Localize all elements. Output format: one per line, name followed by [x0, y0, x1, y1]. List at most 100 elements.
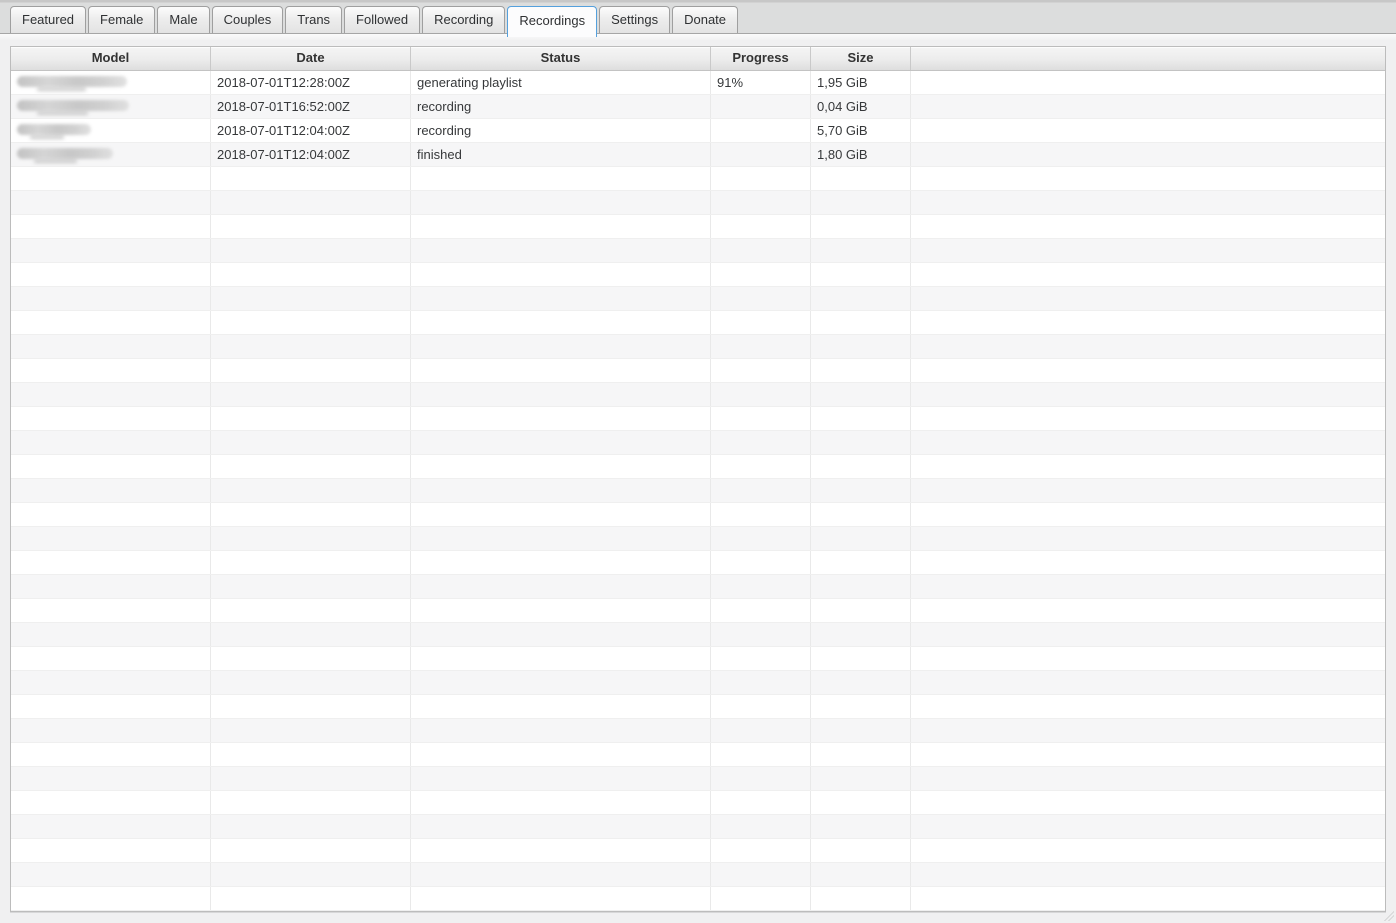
tab-recording[interactable]: Recording — [422, 6, 506, 33]
empty-row[interactable] — [11, 287, 1385, 311]
resize-grip[interactable] — [1382, 909, 1394, 921]
tab-settings[interactable]: Settings — [599, 6, 671, 33]
cell-progress — [711, 503, 811, 526]
recording-row[interactable]: 2018-07-01T12:28:00Z generating playlist 9… — [11, 71, 1385, 95]
cell-progress — [711, 95, 811, 118]
empty-row[interactable] — [11, 431, 1385, 455]
empty-row[interactable] — [11, 383, 1385, 407]
empty-row[interactable] — [11, 719, 1385, 743]
empty-row[interactable] — [11, 359, 1385, 383]
column-header-size[interactable]: Size — [811, 47, 911, 70]
cell-model — [11, 335, 211, 358]
recording-row[interactable]: 2018-07-01T12:04:00Z recording 5,70 GiB — [11, 119, 1385, 143]
empty-row[interactable] — [11, 623, 1385, 647]
cell-size — [811, 503, 911, 526]
cell-date: 2018-07-01T12:04:00Z — [211, 143, 411, 166]
cell-progress — [711, 479, 811, 502]
empty-row[interactable] — [11, 647, 1385, 671]
cell-size — [811, 551, 911, 574]
empty-row[interactable] — [11, 215, 1385, 239]
empty-row[interactable] — [11, 815, 1385, 839]
cell-model — [11, 767, 211, 790]
cell-size — [811, 383, 911, 406]
cell-status — [411, 575, 711, 598]
empty-row[interactable] — [11, 479, 1385, 503]
empty-row[interactable] — [11, 407, 1385, 431]
tab-followed[interactable]: Followed — [344, 6, 421, 33]
tab-male[interactable]: Male — [157, 6, 210, 33]
column-header-date[interactable]: Date — [211, 47, 411, 70]
cell-status — [411, 455, 711, 478]
tab-couples[interactable]: Couples — [211, 6, 284, 33]
cell-size: 0,04 GiB — [811, 95, 911, 118]
column-header-progress[interactable]: Progress — [711, 47, 811, 70]
column-header-model[interactable]: Model — [11, 47, 211, 70]
empty-row[interactable] — [11, 887, 1385, 911]
empty-row[interactable] — [11, 335, 1385, 359]
cell-filler — [911, 551, 1385, 574]
empty-row[interactable] — [11, 191, 1385, 215]
cell-status — [411, 887, 711, 910]
empty-row[interactable] — [11, 671, 1385, 695]
empty-row[interactable] — [11, 239, 1385, 263]
tab-female[interactable]: Female — [88, 6, 156, 33]
empty-row[interactable] — [11, 839, 1385, 863]
cell-status — [411, 815, 711, 838]
cell-filler — [911, 599, 1385, 622]
cell-progress — [711, 695, 811, 718]
cell-size: 1,95 GiB — [811, 71, 911, 94]
cell-filler — [911, 71, 1385, 94]
empty-row[interactable] — [11, 263, 1385, 287]
cell-date — [211, 599, 411, 622]
empty-row[interactable] — [11, 743, 1385, 767]
tab-donate[interactable]: Donate — [672, 6, 739, 33]
recording-row[interactable]: 2018-07-01T16:52:00Z recording 0,04 GiB — [11, 95, 1385, 119]
empty-row[interactable] — [11, 791, 1385, 815]
cell-status — [411, 695, 711, 718]
empty-row[interactable] — [11, 551, 1385, 575]
empty-row[interactable] — [11, 767, 1385, 791]
redacted-model-name — [17, 124, 91, 135]
cell-progress — [711, 599, 811, 622]
cell-filler — [911, 791, 1385, 814]
column-header-status[interactable]: Status — [411, 47, 711, 70]
cell-progress — [711, 647, 811, 670]
cell-date — [211, 191, 411, 214]
cell-progress — [711, 263, 811, 286]
empty-row[interactable] — [11, 599, 1385, 623]
cell-date — [211, 671, 411, 694]
tab-trans[interactable]: Trans — [285, 6, 343, 33]
empty-row[interactable] — [11, 527, 1385, 551]
redacted-model-name — [17, 100, 129, 111]
empty-row[interactable] — [11, 863, 1385, 887]
cell-size — [811, 431, 911, 454]
empty-row[interactable] — [11, 575, 1385, 599]
cell-progress — [711, 359, 811, 382]
cell-status: recording — [411, 119, 711, 142]
cell-date — [211, 215, 411, 238]
cell-date — [211, 743, 411, 766]
cell-filler — [911, 887, 1385, 910]
cell-date — [211, 695, 411, 718]
cell-filler — [911, 215, 1385, 238]
cell-filler — [911, 359, 1385, 382]
cell-size — [811, 791, 911, 814]
tab-recordings[interactable]: Recordings — [507, 6, 598, 37]
cell-date — [211, 575, 411, 598]
cell-filler — [911, 383, 1385, 406]
tab-featured[interactable]: Featured — [10, 6, 87, 33]
cell-status — [411, 311, 711, 334]
empty-row[interactable] — [11, 455, 1385, 479]
cell-date — [211, 839, 411, 862]
cell-model — [11, 431, 211, 454]
recording-row[interactable]: 2018-07-01T12:04:00Z finished 1,80 GiB — [11, 143, 1385, 167]
cell-status — [411, 743, 711, 766]
cell-status — [411, 623, 711, 646]
empty-row[interactable] — [11, 503, 1385, 527]
cell-filler — [911, 503, 1385, 526]
empty-row[interactable] — [11, 695, 1385, 719]
empty-row[interactable] — [11, 311, 1385, 335]
cell-status — [411, 503, 711, 526]
empty-row[interactable] — [11, 167, 1385, 191]
cell-model — [11, 815, 211, 838]
